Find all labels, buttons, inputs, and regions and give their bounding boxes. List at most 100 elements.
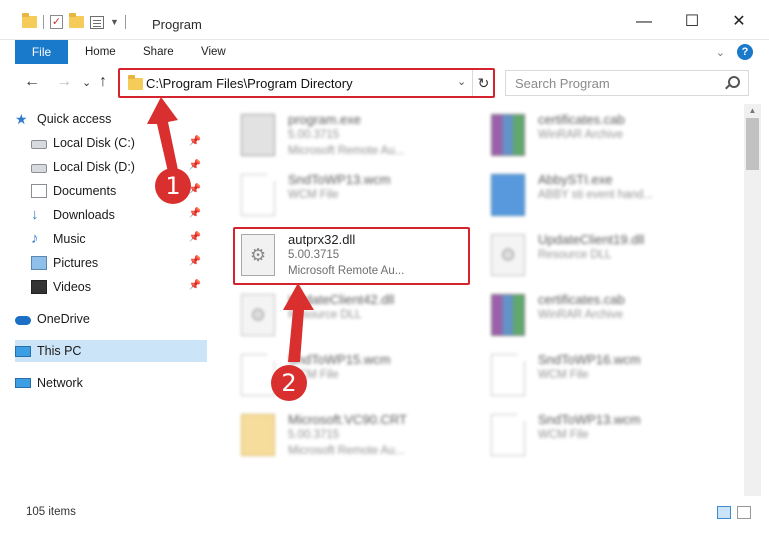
sidebar-item-quick-access[interactable]: ★ Quick access (15, 108, 207, 130)
file-type: WCM File (288, 189, 339, 201)
cloud-icon (15, 316, 31, 325)
sidebar-item-music[interactable]: ♪ Music 📌 (31, 228, 207, 250)
separator (43, 15, 44, 29)
details-view-icon[interactable] (717, 506, 731, 519)
file-item[interactable]: certificates.cab WinRAR Archive (484, 288, 724, 344)
address-bar[interactable]: C:\Program Files\Program Directory ⌄ ↻ (119, 69, 494, 97)
new-folder-icon[interactable] (69, 13, 84, 28)
close-button[interactable]: ✕ (729, 12, 749, 32)
tab-home[interactable]: Home (85, 46, 116, 58)
pin-icon[interactable]: 📌 (189, 280, 201, 291)
expand-ribbon-chevron-icon[interactable]: ⌄ (716, 46, 725, 59)
pictures-icon (31, 256, 47, 270)
pin-icon[interactable]: 📌 (189, 256, 201, 267)
search-input[interactable]: Search Program (515, 76, 610, 91)
pin-icon[interactable]: 📌 (189, 232, 201, 243)
file-type: WinRAR Archive (538, 309, 623, 321)
sidebar-item-label: Videos (53, 280, 91, 294)
file-highlight-box (233, 227, 470, 285)
file-item[interactable]: SndToWP13.wcm WCM File (484, 408, 724, 464)
tab-file[interactable]: File (15, 40, 68, 64)
file-type: Resource DLL (538, 249, 612, 261)
status-bar: 105 items (0, 500, 769, 524)
tab-view[interactable]: View (201, 46, 226, 58)
navigation-pane: ★ Quick access Local Disk (C:) 📌 Local D… (0, 104, 212, 496)
file-type: ABBY sti event hand... (538, 189, 653, 201)
navigation-bar: ← → ⌄ ↑ C:\Program Files\Program Directo… (0, 67, 769, 99)
file-name: UpdateClient42.dll (288, 292, 395, 307)
file-item[interactable]: UpdateClient19.dll Resource DLL (484, 228, 724, 284)
address-path[interactable]: C:\Program Files\Program Directory (146, 76, 353, 91)
maximize-button[interactable]: ☐ (682, 12, 702, 32)
sidebar-item-label: Documents (53, 184, 117, 198)
sidebar-item-label: Local Disk (D:) (53, 160, 135, 174)
sidebar-item-network[interactable]: Network (15, 372, 207, 394)
properties-check-icon[interactable]: ✓ (50, 15, 63, 29)
file-type: WinRAR Archive (538, 129, 623, 141)
documents-icon (31, 184, 47, 198)
download-icon: ↓ (31, 206, 39, 223)
folder-icon (128, 75, 143, 90)
file-list: program.exe 5.00.3715 Microsoft Remote A… (228, 104, 740, 496)
network-icon (15, 378, 31, 388)
pc-icon (15, 345, 31, 357)
file-item[interactable]: Microsoft.VC90.CRT 5.00.3715 Microsoft R… (234, 408, 474, 464)
sidebar-item-videos[interactable]: Videos 📌 (31, 276, 207, 298)
step-badge-1: 1 (155, 168, 191, 204)
forward-button[interactable]: → (56, 73, 72, 91)
sidebar-item-label: OneDrive (37, 312, 90, 326)
file-type: WCM File (538, 429, 589, 441)
pin-icon[interactable]: 📌 (189, 136, 201, 147)
disk-icon (31, 140, 47, 149)
file-item[interactable]: program.exe 5.00.3715 Microsoft Remote A… (234, 108, 474, 164)
rar-icon (491, 294, 525, 336)
pin-icon[interactable]: 📌 (189, 160, 201, 171)
file-name: SndToWP15.wcm (288, 352, 391, 367)
sidebar-item-label: This PC (37, 344, 82, 358)
recent-locations-chevron-icon[interactable]: ⌄ (82, 76, 91, 89)
file-name: certificates.cab (538, 112, 625, 127)
file-type: Resource DLL (288, 309, 362, 321)
sidebar-item-downloads[interactable]: ↓ Downloads 📌 (31, 204, 207, 226)
file-item[interactable]: AbbySTI.exe ABBY sti event hand... (484, 168, 724, 224)
tab-share[interactable]: Share (143, 46, 174, 58)
file-item[interactable]: SndToWP15.wcm WCM File (234, 348, 474, 404)
videos-icon (31, 280, 47, 294)
file-description: Microsoft Remote Au... (288, 445, 405, 457)
star-icon: ★ (15, 111, 28, 127)
document-icon (241, 174, 275, 216)
window-title: Program (152, 17, 202, 32)
file-item[interactable]: certificates.cab WinRAR Archive (484, 108, 724, 164)
sidebar-item-this-pc[interactable]: This PC (15, 340, 207, 362)
search-box[interactable]: Search Program (505, 70, 749, 96)
minimize-button[interactable]: — (634, 12, 654, 32)
help-icon[interactable]: ? (737, 44, 753, 60)
quick-access-toolbar: ✓ ▼ (22, 13, 126, 29)
address-dropdown-chevron-icon[interactable]: ⌄ (457, 75, 466, 88)
back-button[interactable]: ← (24, 73, 40, 91)
document-icon (491, 354, 525, 396)
file-item[interactable]: SndToWP13.wcm WCM File (234, 168, 474, 224)
folder-crt-icon (241, 414, 275, 456)
customize-toolbar-chevron-icon[interactable]: ▼ (110, 17, 119, 27)
sidebar-item-onedrive[interactable]: OneDrive (15, 308, 207, 330)
vertical-scrollbar[interactable]: ▲ (744, 104, 761, 496)
up-button[interactable]: ↑ (99, 73, 107, 91)
file-item[interactable]: UpdateClient42.dll Resource DLL (234, 288, 474, 344)
document-icon (241, 354, 275, 396)
file-name: program.exe (288, 112, 361, 127)
rar-icon (491, 114, 525, 156)
sidebar-item-pictures[interactable]: Pictures 📌 (31, 252, 207, 274)
scroll-thumb[interactable] (746, 118, 759, 170)
file-name: Microsoft.VC90.CRT (288, 412, 407, 427)
scroll-up-arrow-icon[interactable]: ▲ (744, 104, 761, 118)
properties-icon[interactable] (90, 15, 104, 29)
pin-icon[interactable]: 📌 (189, 208, 201, 219)
folder-icon (22, 13, 37, 28)
file-item[interactable]: SndToWP16.wcm WCM File (484, 348, 724, 404)
refresh-button[interactable]: ↻ (472, 70, 494, 96)
large-icons-view-icon[interactable] (737, 506, 751, 519)
sidebar-item-local-disk-c[interactable]: Local Disk (C:) 📌 (31, 132, 207, 154)
dll-gear-icon (491, 234, 525, 276)
search-icon[interactable] (728, 76, 740, 88)
